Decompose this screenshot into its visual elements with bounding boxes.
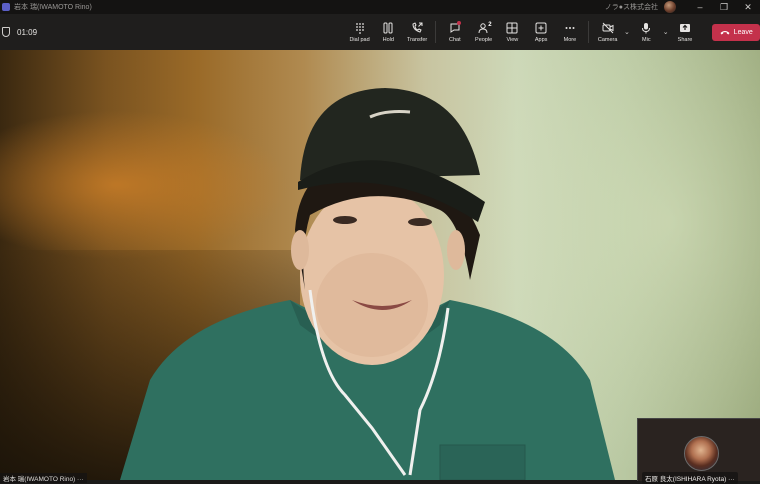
view-label: View xyxy=(506,36,519,43)
leave-label: Leave xyxy=(733,28,753,36)
hang-up-icon xyxy=(720,30,730,34)
call-toolbar: 01:09 Dial pad Hold Transfer Chat 2 Peop… xyxy=(0,14,760,51)
organization-name[interactable]: ノラ●ス株式会社 xyxy=(605,2,658,12)
more-ellipsis-icon xyxy=(565,26,575,29)
dial-pad-label: Dial pad xyxy=(349,36,370,43)
close-window-button[interactable]: ✕ xyxy=(736,2,760,13)
apps-add-icon xyxy=(535,22,547,33)
chat-label: Chat xyxy=(449,36,461,43)
share-icon xyxy=(680,23,691,32)
dialpad-icon xyxy=(355,22,364,34)
shield-icon xyxy=(2,27,10,37)
camera-button[interactable]: Camera xyxy=(593,14,622,50)
self-video-tile[interactable]: 石原 良太(ISHIHARA Ryota) ··· xyxy=(637,418,760,484)
dial-pad-button[interactable]: Dial pad xyxy=(345,14,374,50)
share-label: Share xyxy=(677,36,693,43)
camera-off-icon xyxy=(602,22,614,33)
apps-label: Apps xyxy=(534,36,548,43)
call-timer: 01:09 xyxy=(0,27,345,37)
participant-video-image xyxy=(120,88,615,480)
camera-label: Camera xyxy=(597,36,618,43)
minimize-button[interactable]: – xyxy=(688,2,712,13)
window-title: 岩本 瑞(IWAMOTO Rino) xyxy=(14,4,92,11)
maximize-button[interactable]: ❐ xyxy=(712,2,736,13)
chat-button[interactable]: Chat xyxy=(440,14,469,50)
toolbar-divider xyxy=(588,21,590,43)
more-button[interactable]: More xyxy=(556,14,585,50)
pause-icon xyxy=(383,22,393,33)
teams-app-icon xyxy=(2,3,10,11)
hold-button[interactable]: Hold xyxy=(374,14,403,50)
self-avatar xyxy=(684,436,719,471)
apps-button[interactable]: Apps xyxy=(527,14,556,50)
grid-view-icon xyxy=(506,22,518,33)
share-button[interactable]: Share xyxy=(671,14,700,50)
chat-unread-dot xyxy=(457,21,462,25)
more-label: More xyxy=(563,36,577,43)
main-participant-name[interactable]: 岩本 瑞(IWAMOTO Rino) ··· xyxy=(0,473,87,483)
mic-options-chevron-icon[interactable]: ⌄ xyxy=(661,28,671,36)
mic-icon xyxy=(642,22,651,33)
hold-label: Hold xyxy=(382,36,394,43)
self-participant-name[interactable]: 石原 良太(ISHIHARA Ryota) ··· xyxy=(642,472,738,484)
main-video-feed[interactable] xyxy=(0,50,760,480)
transfer-button[interactable]: Transfer xyxy=(403,14,432,50)
window-controls: – ❐ ✕ xyxy=(688,2,760,13)
mic-label: Mic xyxy=(642,36,651,43)
title-bar: 岩本 瑞(IWAMOTO Rino) ノラ●ス株式会社 – ❐ ✕ xyxy=(0,0,760,14)
people-label: People xyxy=(475,36,493,43)
call-duration: 01:09 xyxy=(17,27,38,37)
camera-options-chevron-icon[interactable]: ⌄ xyxy=(622,28,632,36)
view-button[interactable]: View xyxy=(498,14,527,50)
account-avatar[interactable] xyxy=(664,1,676,13)
people-button[interactable]: 2 People xyxy=(469,14,498,50)
transfer-label: Transfer xyxy=(406,36,428,43)
mic-button[interactable]: Mic xyxy=(632,14,661,50)
toolbar-divider xyxy=(435,21,437,43)
phone-transfer-icon xyxy=(412,21,423,33)
participant-count: 2 xyxy=(488,22,492,28)
leave-button[interactable]: Leave xyxy=(712,23,760,41)
